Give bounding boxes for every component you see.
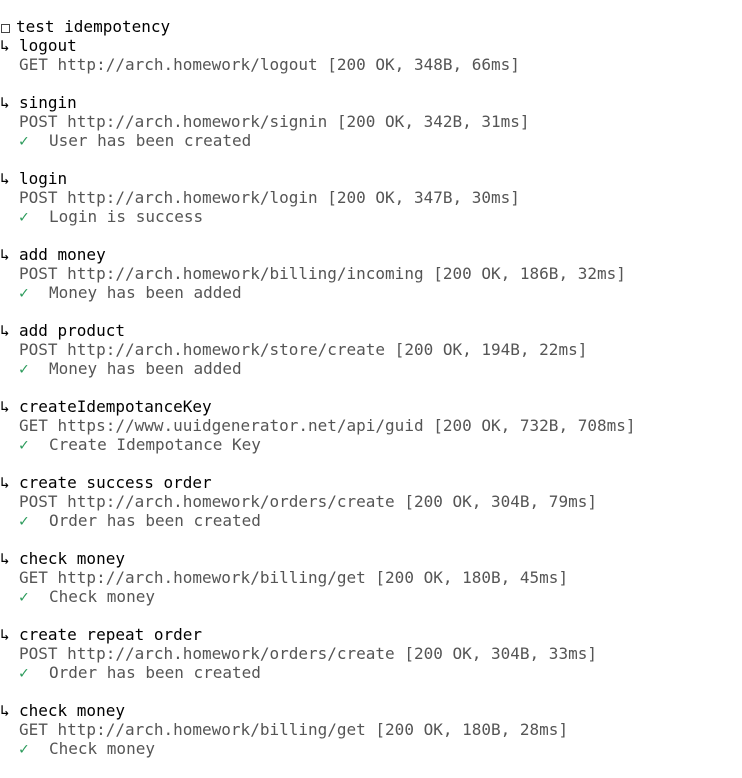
- assertion-line: ✓ Order has been created: [0, 663, 742, 682]
- check-icon: ✓: [19, 663, 29, 682]
- assertion-text: Order has been created: [49, 663, 261, 682]
- assertion-text: Create Idempotance Key: [49, 435, 261, 454]
- request-line: GET http://arch.homework/logout [200 OK,…: [19, 55, 520, 74]
- request-name-line: ↳ add money: [0, 245, 742, 264]
- assertion-line: ✓ Check money: [0, 739, 742, 758]
- assertion-line: ✓ Order has been created: [0, 511, 742, 530]
- request-name: singin: [19, 93, 77, 112]
- request-name-line: ↳ singin: [0, 93, 742, 112]
- assertion-line: ✓ Login is success: [0, 207, 742, 226]
- request-name-line: ↳ login: [0, 169, 742, 188]
- assertion-text: Order has been created: [49, 511, 261, 530]
- assertion-text: Check money: [49, 739, 155, 758]
- arrow-icon: ↳: [0, 93, 10, 112]
- request-name: check money: [19, 701, 125, 720]
- arrow-icon: ↳: [0, 701, 10, 720]
- arrow-icon: ↳: [0, 36, 10, 55]
- arrow-icon: ↳: [0, 169, 10, 188]
- assertion-line: ✓ Create Idempotance Key: [0, 435, 742, 454]
- checkbox-icon: [1, 24, 10, 33]
- request-name-line: ↳ check money: [0, 549, 742, 568]
- request-line: POST http://arch.homework/orders/create …: [19, 644, 597, 663]
- check-icon: ✓: [19, 739, 29, 758]
- arrow-icon: ↳: [0, 549, 10, 568]
- request-line: GET http://arch.homework/billing/get [20…: [19, 720, 569, 739]
- request-name: add product: [19, 321, 125, 340]
- assertion-text: Login is success: [49, 207, 204, 226]
- suite-title: test idempotency: [16, 17, 171, 36]
- check-icon: ✓: [19, 131, 29, 150]
- request-name: create repeat order: [19, 625, 203, 644]
- request-line: POST http://arch.homework/signin [200 OK…: [19, 112, 530, 131]
- request-name-line: ↳ create success order: [0, 473, 742, 492]
- check-icon: ✓: [19, 435, 29, 454]
- request-name: login: [19, 169, 68, 188]
- request-name-line: ↳ logout: [0, 36, 742, 55]
- request-name: create success order: [19, 473, 212, 492]
- assertion-text: Money has been added: [49, 359, 242, 378]
- check-icon: ✓: [19, 359, 29, 378]
- request-name: check money: [19, 549, 125, 568]
- suite-title-line: test idempotency: [0, 17, 742, 36]
- assertion-text: Money has been added: [49, 283, 242, 302]
- assertion-line: ✓ User has been created: [0, 131, 742, 150]
- request-line: GET https://www.uuidgenerator.net/api/gu…: [19, 416, 636, 435]
- check-icon: ✓: [19, 511, 29, 530]
- arrow-icon: ↳: [0, 397, 10, 416]
- arrow-icon: ↳: [0, 625, 10, 644]
- request-name-line: ↳ add product: [0, 321, 742, 340]
- terminal-output: test idempotency ↳ logout GET http://arch…: [0, 0, 742, 758]
- arrow-icon: ↳: [0, 245, 10, 264]
- request-name: logout: [19, 36, 77, 55]
- assertion-line: ✓ Check money: [0, 587, 742, 606]
- check-icon: ✓: [19, 587, 29, 606]
- request-name: createIdempotanceKey: [19, 397, 212, 416]
- request-line: POST http://arch.homework/login [200 OK,…: [19, 188, 520, 207]
- assertion-text: Check money: [49, 587, 155, 606]
- check-icon: ✓: [19, 283, 29, 302]
- request-line: POST http://arch.homework/billing/incomi…: [19, 264, 626, 283]
- request-line: GET http://arch.homework/billing/get [20…: [19, 568, 569, 587]
- assertion-line: ✓ Money has been added: [0, 283, 742, 302]
- request-name: add money: [19, 245, 106, 264]
- arrow-icon: ↳: [0, 321, 10, 340]
- request-line: POST http://arch.homework/orders/create …: [19, 492, 597, 511]
- arrow-icon: ↳: [0, 473, 10, 492]
- assertion-line: ✓ Money has been added: [0, 359, 742, 378]
- assertion-text: User has been created: [49, 131, 252, 150]
- request-name-line: ↳ check money: [0, 701, 742, 720]
- request-name-line: ↳ createIdempotanceKey: [0, 397, 742, 416]
- check-icon: ✓: [19, 207, 29, 226]
- request-line: POST http://arch.homework/store/create […: [19, 340, 588, 359]
- request-name-line: ↳ create repeat order: [0, 625, 742, 644]
